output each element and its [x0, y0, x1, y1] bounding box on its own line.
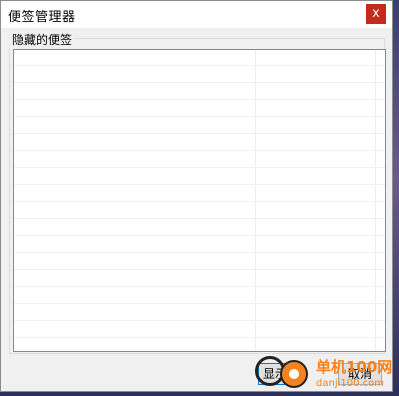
list-row[interactable]	[14, 84, 385, 100]
list-row[interactable]	[14, 186, 385, 202]
watermark-dot-icon	[289, 369, 299, 379]
list-row[interactable]	[14, 288, 385, 304]
close-icon: x	[372, 6, 380, 21]
site-watermark: 单机100网 danji100.com	[250, 352, 399, 396]
list-row[interactable]	[14, 152, 385, 168]
list-row[interactable]	[14, 118, 385, 134]
list-row[interactable]	[14, 203, 385, 219]
list-row[interactable]	[14, 322, 385, 338]
list-row[interactable]	[14, 220, 385, 236]
list-row[interactable]	[14, 254, 385, 270]
list-row[interactable]	[14, 50, 385, 66]
list-row[interactable]	[14, 101, 385, 117]
group-label: 隐藏的便签	[9, 31, 76, 48]
list-row[interactable]	[14, 237, 385, 253]
close-button[interactable]: x	[366, 4, 386, 24]
list-row[interactable]	[14, 135, 385, 151]
list-row[interactable]	[14, 67, 385, 83]
hidden-notes-list[interactable]	[13, 49, 386, 352]
list-row[interactable]	[14, 305, 385, 321]
watermark-brand: 单机100网	[316, 358, 393, 376]
window-title: 便签管理器	[8, 10, 76, 25]
list-row[interactable]	[14, 271, 385, 287]
list-row[interactable]	[14, 169, 385, 185]
title-bar[interactable]: 便签管理器 x	[1, 1, 392, 28]
watermark-url: danji100.com	[316, 378, 384, 389]
list-row[interactable]	[14, 339, 385, 351]
